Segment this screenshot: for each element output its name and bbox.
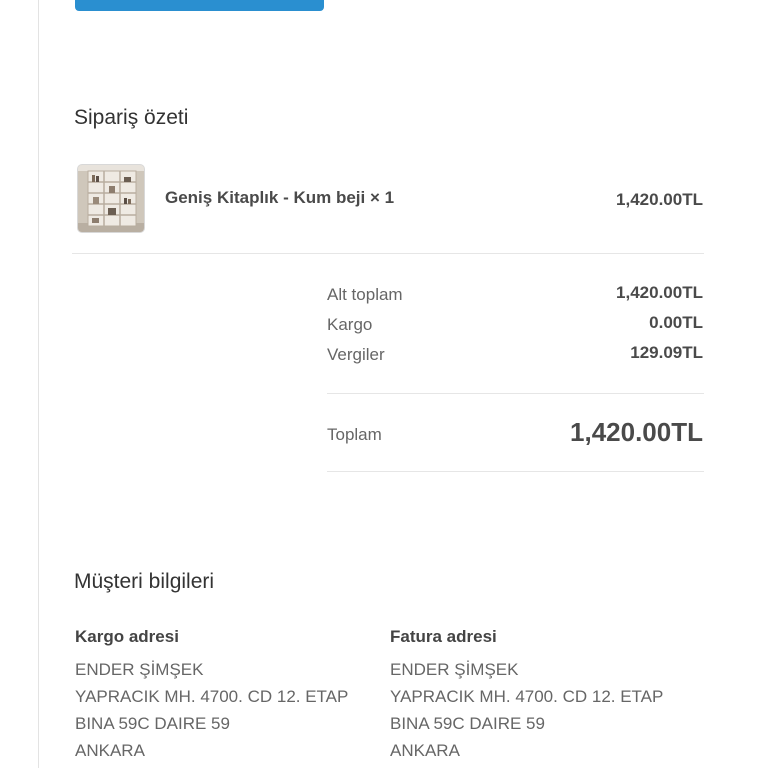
billing-address: Fatura adresi ENDER ŞİMŞEK YAPRACIK MH. … bbox=[390, 627, 663, 764]
summary-divider bbox=[72, 253, 704, 254]
product-name: Geniş Kitaplık - Kum beji × 1 bbox=[165, 188, 395, 207]
address-street: YAPRACIK MH. 4700. CD 12. ETAP bbox=[390, 687, 664, 706]
totals-divider bbox=[327, 393, 704, 394]
address-building: BINA 59C DAIRE 59 bbox=[390, 714, 545, 733]
total-bottom-divider bbox=[327, 471, 704, 472]
address-name: ENDER ŞİMŞEK bbox=[390, 660, 519, 679]
primary-action-button[interactable] bbox=[75, 0, 324, 11]
taxes-label: Vergiler bbox=[327, 345, 385, 364]
shipping-value: 0.00TL bbox=[649, 313, 703, 332]
total-label: Toplam bbox=[327, 425, 382, 444]
customer-info-title: Müşteri bilgileri bbox=[74, 570, 215, 593]
address-city: ANKARA bbox=[390, 741, 460, 760]
shipping-label: Kargo bbox=[327, 315, 373, 334]
bookshelf-image bbox=[78, 165, 144, 232]
shipping-address: Kargo adresi ENDER ŞİMŞEK YAPRACIK MH. 4… bbox=[75, 627, 348, 764]
page-left-border bbox=[38, 0, 39, 768]
address-building: BINA 59C DAIRE 59 bbox=[75, 714, 230, 733]
product-price: 1,420.00TL bbox=[616, 190, 703, 209]
product-thumbnail bbox=[77, 164, 145, 233]
address-city: ANKARA bbox=[75, 741, 145, 760]
shipping-address-heading: Kargo adresi bbox=[75, 627, 179, 646]
address-name: ENDER ŞİMŞEK bbox=[75, 660, 204, 679]
taxes-value: 129.09TL bbox=[630, 343, 703, 362]
subtotal-label: Alt toplam bbox=[327, 285, 403, 304]
order-summary-title: Sipariş özeti bbox=[74, 106, 189, 129]
billing-address-heading: Fatura adresi bbox=[390, 627, 497, 646]
subtotal-value: 1,420.00TL bbox=[616, 283, 703, 302]
address-street: YAPRACIK MH. 4700. CD 12. ETAP bbox=[75, 687, 349, 706]
total-value: 1,420.00TL bbox=[570, 417, 703, 447]
